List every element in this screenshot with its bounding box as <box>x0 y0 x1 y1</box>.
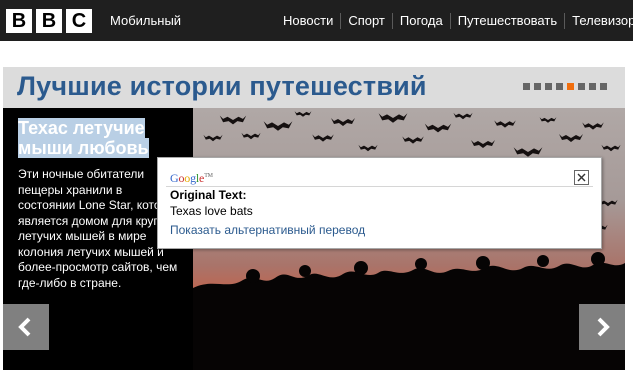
chevron-left-icon <box>18 317 31 337</box>
nav-item-weather[interactable]: Погода <box>391 13 450 29</box>
google-logo-tm: TM <box>204 173 213 179</box>
carousel-prev-button[interactable] <box>3 304 49 350</box>
logo-letter: C <box>66 9 92 33</box>
original-text-value: Texas love bats <box>170 204 253 218</box>
pager-dot[interactable] <box>567 83 574 90</box>
site-name[interactable]: Мобильный <box>110 13 181 28</box>
nav-item-travel[interactable]: Путешествовать <box>449 13 564 29</box>
section-header: Лучшие истории путешествий <box>3 67 625 108</box>
carousel-pager <box>523 83 607 90</box>
top-bar: B B C Мобильный Новости Спорт Погода Пут… <box>0 0 633 41</box>
pager-dot[interactable] <box>545 83 552 90</box>
popup-close-button[interactable] <box>574 170 589 185</box>
pager-dot[interactable] <box>523 83 530 90</box>
pager-dot[interactable] <box>556 83 563 90</box>
pager-dot[interactable] <box>600 83 607 90</box>
nav-item-sport[interactable]: Спорт <box>340 13 392 29</box>
section-title: Лучшие истории путешествий <box>17 71 427 101</box>
close-icon <box>577 173 586 182</box>
pager-dot[interactable] <box>589 83 596 90</box>
bbc-logo[interactable]: B B C <box>6 9 92 33</box>
nav-item-news[interactable]: Новости <box>276 13 340 29</box>
story-headline[interactable]: Техас летучие мыши любовь <box>18 118 178 158</box>
nav-item-tv[interactable]: Телевизор <box>564 13 633 29</box>
logo-letter: B <box>6 9 32 33</box>
carousel-next-button[interactable] <box>579 304 625 350</box>
pager-dot[interactable] <box>534 83 541 90</box>
pager-dot[interactable] <box>578 83 585 90</box>
translate-popup: GoogleTM Original Text: Texas love bats … <box>157 157 602 249</box>
alternative-translation-link[interactable]: Показать альтернативный перевод <box>170 223 365 237</box>
popup-divider <box>166 186 593 187</box>
logo-letter: B <box>36 9 62 33</box>
chevron-right-icon <box>597 317 610 337</box>
main-nav: Новости Спорт Погода Путешествовать Теле… <box>276 13 633 29</box>
original-text-label: Original Text: <box>170 188 247 202</box>
google-logo: GoogleTM <box>170 171 213 186</box>
story-headline-text: Техас летучие мыши любовь <box>18 118 149 158</box>
